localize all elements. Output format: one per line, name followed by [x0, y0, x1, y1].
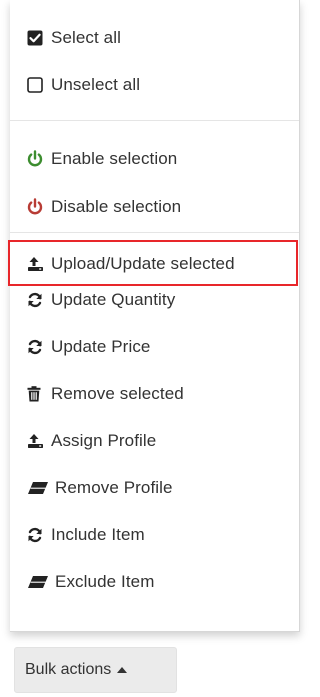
checked-square-icon: [27, 29, 47, 47]
empty-square-icon: [27, 76, 47, 94]
refresh-icon: [27, 338, 47, 356]
refresh-icon: [27, 526, 47, 544]
menu-item-label: Enable selection: [51, 149, 178, 168]
menu-item-label: Remove selected: [51, 384, 184, 403]
power-icon: [27, 150, 47, 168]
menu-item-select-all[interactable]: Select all: [27, 24, 121, 52]
trash-icon: [27, 385, 47, 403]
menu-item-label: Update Price: [51, 337, 151, 356]
menu-item-disable-selection[interactable]: Disable selection: [27, 193, 181, 221]
eraser-icon: [27, 573, 51, 591]
menu-item-exclude-item[interactable]: Exclude Item: [27, 568, 154, 596]
menu-item-update-price[interactable]: Update Price: [27, 333, 150, 361]
menu-item-label: Select all: [51, 28, 121, 47]
menu-item-label: Unselect all: [51, 75, 141, 94]
menu-item-label: Disable selection: [51, 197, 182, 216]
upload-icon: [27, 432, 47, 450]
menu-item-label: Exclude Item: [55, 572, 155, 591]
menu-item-unselect-all[interactable]: Unselect all: [27, 71, 140, 99]
highlight-box: [8, 240, 298, 286]
bulk-actions-dropdown-menu: Select all Unselect all Enable selection: [10, 0, 300, 632]
bulk-actions-label: Bulk actions: [25, 661, 112, 678]
refresh-icon: [27, 291, 47, 309]
menu-item-label: Remove Profile: [55, 478, 173, 497]
menu-item-label: Update Quantity: [51, 290, 176, 309]
menu-item-include-item[interactable]: Include Item: [27, 521, 145, 549]
caret-up-icon: [117, 667, 128, 673]
eraser-icon: [27, 479, 51, 497]
menu-item-update-quantity[interactable]: Update Quantity: [27, 286, 175, 314]
menu-item-remove-selected[interactable]: Remove selected: [27, 380, 184, 408]
menu-divider: [10, 120, 299, 121]
menu-divider: [10, 232, 299, 233]
menu-item-enable-selection[interactable]: Enable selection: [27, 145, 177, 173]
bulk-actions-button[interactable]: Bulk actions: [14, 647, 177, 693]
power-icon: [27, 198, 47, 216]
menu-item-label: Include Item: [51, 525, 145, 544]
menu-item-assign-profile[interactable]: Assign Profile: [27, 427, 156, 455]
menu-item-label: Assign Profile: [51, 431, 157, 450]
menu-item-remove-profile[interactable]: Remove Profile: [27, 474, 173, 502]
